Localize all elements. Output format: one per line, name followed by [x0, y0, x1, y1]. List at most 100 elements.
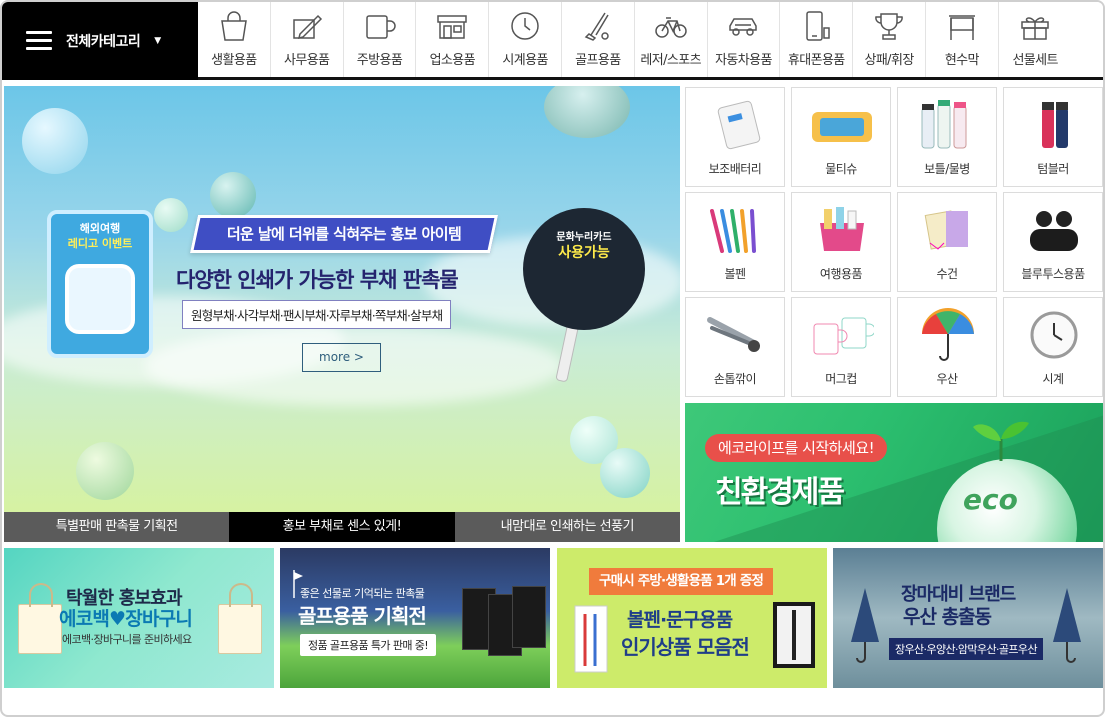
golf-gift-box-image: [512, 586, 546, 648]
banner-umbrella-line-2: 우산 총출동: [903, 606, 992, 628]
product-tumbler[interactable]: 텀블러: [1003, 87, 1103, 187]
product-mug[interactable]: 머그컵: [791, 297, 891, 397]
mug-icon: [366, 15, 397, 39]
category-label: 업소용품: [429, 53, 476, 68]
category-label: 휴대폰용품: [787, 53, 845, 68]
bubble-shape: [600, 448, 650, 498]
wet-wipes-icon: [812, 112, 872, 142]
product-power-bank[interactable]: 보조배터리: [685, 87, 785, 187]
product-towel[interactable]: 수건: [897, 192, 997, 292]
product-wall-clock[interactable]: 시계: [1003, 297, 1103, 397]
product-umbrella[interactable]: 우산: [897, 297, 997, 397]
eco-product-banner[interactable]: 에코라이프를 시작하세요! 친환경제품 eco: [685, 403, 1103, 542]
hero-tab-special-sale[interactable]: 특별판매 판촉물 기획전: [4, 512, 230, 542]
sprout-icon: [973, 421, 1029, 461]
hero-more-button[interactable]: more >: [302, 343, 381, 372]
page-frame: 전체카테고리 ▼ 생활용품 사무용품 주방용품 업소용품 시계용품 골프용품 레…: [0, 0, 1105, 717]
eco-pill: 에코라이프를 시작하세요!: [705, 434, 888, 462]
banner-eco-bag[interactable]: 탁월한 홍보효과 에코백♥장바구니 에코백·장바구니를 준비하세요: [4, 548, 274, 688]
category-clock[interactable]: 시계용품: [489, 2, 562, 77]
mug-cup-icon: [813, 317, 874, 355]
hero-subtitle: 원형부채·사각부채·팬시부채·자루부채·쪽부채·살부채: [182, 300, 452, 329]
trophy-icon: [875, 13, 903, 40]
category-leisure[interactable]: 레저/스포츠: [635, 2, 708, 77]
caret-down-icon: ▼: [154, 36, 162, 46]
product-label: 보틀/물병: [924, 162, 970, 176]
golf-club-icon: [584, 12, 609, 41]
category-label: 레저/스포츠: [640, 53, 701, 68]
pen-icon: [710, 209, 756, 253]
category-kitchen[interactable]: 주방용품: [344, 2, 417, 77]
category-living[interactable]: 생활용품: [198, 2, 271, 77]
product-label: 여행용품: [819, 267, 863, 281]
banner-bag-line-2: 에코백♥장바구니: [59, 608, 193, 630]
product-nail-clipper[interactable]: 손톱깎이: [685, 297, 785, 397]
hero-title: 다양한 인쇄가 가능한 부채 판촉물: [176, 268, 459, 292]
umbrella-icon: [922, 308, 974, 361]
eco-title: 친환경제품: [715, 475, 845, 510]
banner-golf[interactable]: 좋은 선물로 기억되는 판촉물 골프용품 기획전 정품 골프용품 특가 판매 중…: [280, 548, 550, 688]
pencil-note-icon: [292, 14, 322, 40]
product-pen[interactable]: 볼펜: [685, 192, 785, 292]
category-car[interactable]: 자동차용품: [708, 2, 781, 77]
pen-pack-image: [574, 605, 608, 673]
banner-golf-line-2: 골프용품 기획전: [298, 604, 427, 628]
product-wet-wipes[interactable]: 물티슈: [791, 87, 891, 187]
hero-tab-fan[interactable]: 홍보 부채로 센스 있게!: [229, 512, 455, 542]
hero-tab-electric-fan[interactable]: 내맘대로 인쇄하는 선풍기: [454, 512, 680, 542]
all-categories-label: 전체카테고리: [66, 34, 141, 50]
banner-golf-line-1: 좋은 선물로 기억되는 판촉물: [300, 587, 425, 600]
category-label: 사무용품: [283, 53, 330, 68]
travel-pouch-icon: [820, 207, 864, 251]
hand-fan-image: 문화누리카드 사용가능: [523, 208, 645, 330]
bicycle-icon: [654, 17, 687, 38]
airplane-window-image: [65, 264, 135, 334]
banner-pen-line-2: 볼펜·문구용품: [627, 609, 733, 631]
banner-pen[interactable]: 구매시 주방·생활용품 1개 증정 볼펜·문구용품 인기상품 모음전: [557, 548, 827, 688]
product-label: 머그컵: [825, 372, 857, 386]
towel-icon: [924, 210, 968, 250]
gift-box-icon: [1021, 17, 1049, 40]
banner-umbrella[interactable]: 장마대비 브랜드 우산 총출동 장우산·우양산·암막우산·골프우산: [833, 548, 1103, 688]
top-navigation: 전체카테고리 ▼ 생활용품 사무용품 주방용품 업소용품 시계용품 골프용품 레…: [2, 2, 1103, 80]
product-label: 시계: [1042, 372, 1064, 386]
category-golf[interactable]: 골프용품: [562, 2, 635, 77]
closed-umbrella-image: [851, 588, 879, 663]
category-gift[interactable]: 선물세트: [999, 2, 1072, 77]
category-trophy[interactable]: 상패/휘장: [853, 2, 926, 77]
product-travel[interactable]: 여행용품: [791, 192, 891, 292]
tote-bag-image: [18, 583, 62, 654]
product-label: 우산: [936, 372, 958, 386]
product-label: 손톱깎이: [713, 372, 757, 386]
category-business[interactable]: 업소용품: [416, 2, 490, 77]
ticket-line-2: 레디고 이벤트: [67, 237, 133, 250]
hero-banner[interactable]: 해외여행 레디고 이벤트 더운 날에 더위를 식혀주는 홍보 아이템 다양한 인…: [4, 86, 680, 512]
all-categories-button[interactable]: 전체카테고리 ▼: [2, 2, 198, 80]
fan-line-2: 사용가능: [558, 245, 610, 261]
banner-stand-icon: [948, 15, 975, 40]
earbuds-icon: [1030, 211, 1078, 251]
category-banner[interactable]: 현수막: [926, 2, 999, 77]
category-label: 주방용품: [356, 53, 403, 68]
category-phone[interactable]: 휴대폰용품: [780, 2, 854, 77]
power-bank-icon: [717, 100, 761, 150]
product-label: 수건: [936, 267, 958, 281]
hero-tabs: 특별판매 판촉물 기획전 홍보 부채로 센스 있게! 내맘대로 인쇄하는 선풍기: [4, 512, 680, 542]
category-office[interactable]: 사무용품: [271, 2, 344, 77]
tote-bag-image: [218, 583, 262, 654]
bottle-icon: [921, 100, 967, 149]
pen-gift-box-image: [773, 602, 815, 668]
ticket-line-1: 해외여행: [79, 222, 121, 235]
product-bluetooth[interactable]: 블루투스용품: [1003, 192, 1103, 292]
fan-line-1: 문화누리카드: [556, 232, 612, 243]
smartphone-icon: [806, 11, 831, 41]
wall-clock-icon: [1030, 311, 1078, 359]
bubble-shape: [22, 108, 88, 174]
bubble-shape: [210, 172, 256, 218]
storefront-icon: [437, 15, 468, 39]
product-bottle[interactable]: 보틀/물병: [897, 87, 997, 187]
category-label: 자동차용품: [715, 53, 772, 68]
closed-umbrella-image: [1053, 588, 1081, 663]
shopping-bag-icon: [221, 11, 247, 41]
bubble-shape: [76, 442, 134, 500]
